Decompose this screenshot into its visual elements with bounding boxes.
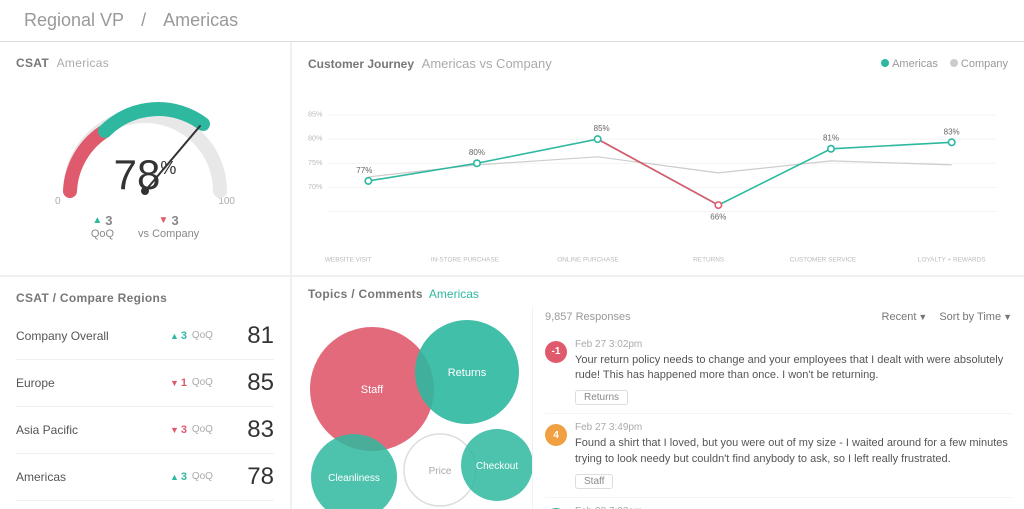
breadcrumb-root[interactable]: Regional VP	[24, 10, 124, 30]
gauge-stat-qoq: ▲ 3 QoQ	[91, 213, 114, 240]
comment-text: Found a shirt that I loved, but you were…	[575, 436, 1012, 467]
topics-body: Staff Returns Cleanliness Price Checkout	[292, 307, 1024, 509]
csat-title: CSAT Americas	[16, 56, 274, 70]
change-arrow-icon: ▼	[170, 378, 179, 388]
comments-container: 9,857 Responses Recent ▼ Sort by Time ▼ …	[532, 307, 1024, 509]
comment-item: -1 Feb 27 3:02pm Your return policy need…	[545, 331, 1012, 415]
compare-score: 81	[242, 322, 274, 350]
compare-change: ▼ 1 QoQ	[170, 377, 230, 389]
comment-tag[interactable]: Returns	[575, 390, 628, 405]
compare-change: ▲ 3 QoQ	[170, 330, 230, 342]
up-arrow-icon: ▲	[92, 215, 102, 226]
filter-recent[interactable]: Recent ▼	[882, 311, 928, 323]
svg-text:RETURNS: RETURNS	[693, 256, 724, 263]
compare-row: Europe ▼ 1 QoQ 85	[16, 360, 274, 407]
down-arrow-icon: ▼	[159, 215, 169, 226]
change-arrow-icon: ▲	[170, 331, 179, 341]
comments-list: -1 Feb 27 3:02pm Your return policy need…	[545, 331, 1012, 509]
comment-score-badge: -1	[545, 341, 567, 363]
comments-header: 9,857 Responses Recent ▼ Sort by Time ▼	[545, 307, 1012, 331]
svg-text:80%: 80%	[308, 134, 323, 143]
comment-body: Feb 27 3:49pm Found a shirt that I loved…	[575, 422, 1012, 489]
csat-gauge-panel: CSAT Americas	[0, 42, 290, 275]
gauge-wrap: 78%	[55, 96, 235, 196]
comment-score-badge: 4	[545, 424, 567, 446]
comment-item: 8 Feb 28 7:02am Something was great but …	[545, 498, 1012, 509]
compare-name: Asia Pacific	[16, 423, 170, 437]
legend-americas: Americas	[881, 58, 938, 70]
gauge-value: 78%	[114, 154, 177, 196]
compare-name: Europe	[16, 376, 170, 390]
compare-title: CSAT / Compare Regions	[16, 291, 274, 305]
comment-date: Feb 27 3:02pm	[575, 339, 1012, 350]
svg-text:77%: 77%	[356, 166, 372, 175]
comment-date: Feb 27 3:49pm	[575, 422, 1012, 433]
page: Regional VP / Americas CSAT Americas	[0, 0, 1024, 509]
compare-row: Company Overall ▲ 3 QoQ 81	[16, 313, 274, 360]
gauge-container: 78% 0 100 ▲ 3 QoQ	[16, 76, 274, 261]
compare-row: Asia Pacific ▼ 3 QoQ 83	[16, 407, 274, 454]
svg-text:LOYALTY + REWARDS: LOYALTY + REWARDS	[918, 256, 986, 263]
svg-text:75%: 75%	[308, 158, 323, 167]
main-content: CSAT Americas	[0, 42, 1024, 509]
compare-score: 78	[242, 463, 274, 491]
svg-text:80%: 80%	[469, 148, 485, 157]
journey-header: Customer Journey Americas vs Company Ame…	[308, 56, 1008, 71]
compare-row: Americas ▲ 3 QoQ 78	[16, 454, 274, 501]
svg-text:83%: 83%	[944, 127, 960, 136]
change-arrow-icon: ▲	[170, 472, 179, 482]
comment-item: 4 Feb 27 3:49pm Found a shirt that I lov…	[545, 414, 1012, 498]
customer-journey-panel: Customer Journey Americas vs Company Ame…	[292, 42, 1024, 275]
svg-text:85%: 85%	[594, 124, 610, 133]
bubbles-container: Staff Returns Cleanliness Price Checkout	[292, 307, 532, 509]
svg-text:ONLINE PURCHASE: ONLINE PURCHASE	[557, 256, 618, 263]
gauge-stat-company: ▼ 3 vs Company	[138, 213, 199, 240]
page-title: Regional VP / Americas	[18, 10, 244, 31]
gauge-stats: ▲ 3 QoQ ▼ 3 vs Company	[91, 213, 199, 240]
journey-title-group: Customer Journey Americas vs Company	[308, 56, 552, 71]
topics-title: Topics / Comments	[308, 287, 423, 301]
comment-text: Your return policy needs to change and y…	[575, 353, 1012, 384]
response-count: 9,857 Responses	[545, 311, 631, 323]
svg-text:70%: 70%	[308, 182, 323, 191]
compare-score: 85	[242, 369, 274, 397]
topics-subtitle: Americas	[429, 287, 479, 301]
svg-text:Cleanliness: Cleanliness	[328, 473, 380, 484]
compare-change: ▼ 3 QoQ	[170, 424, 230, 436]
topics-header: Topics / Comments Americas	[292, 277, 1024, 307]
compare-name: Company Overall	[16, 329, 170, 343]
journey-chart-svg: 85% 80% 75% 70%	[308, 79, 1008, 275]
svg-text:Staff: Staff	[361, 384, 384, 396]
compare-change: ▲ 3 QoQ	[170, 471, 230, 483]
compare-list: Company Overall ▲ 3 QoQ 81 Europe ▼ 1 Qo…	[16, 313, 274, 509]
svg-text:66%: 66%	[710, 213, 726, 222]
breadcrumb-separator: /	[141, 10, 151, 30]
journey-legend: Americas Company	[881, 58, 1008, 70]
topics-comments-panel: Topics / Comments Americas Staff Returns	[292, 277, 1024, 509]
compare-score: 83	[242, 416, 274, 444]
filter-sort[interactable]: Sort by Time ▼	[939, 311, 1012, 323]
change-arrow-icon: ▼	[170, 425, 179, 435]
svg-text:85%: 85%	[308, 110, 323, 119]
comment-body: Feb 27 3:02pm Your return policy needs t…	[575, 339, 1012, 406]
comment-tag[interactable]: Staff	[575, 474, 613, 489]
compare-row: Middle East ▼ 1 QoQ 64	[16, 501, 274, 509]
svg-text:IN-STORE PURCHASE: IN-STORE PURCHASE	[431, 256, 499, 263]
breadcrumb-current[interactable]: Americas	[163, 10, 238, 30]
compare-name: Americas	[16, 470, 170, 484]
filter-controls: Recent ▼ Sort by Time ▼	[882, 311, 1012, 323]
svg-text:Checkout: Checkout	[476, 461, 518, 472]
svg-text:Price: Price	[429, 466, 452, 477]
svg-text:CUSTOMER SERVICE: CUSTOMER SERVICE	[790, 256, 857, 263]
svg-text:WEBSITE VISIT: WEBSITE VISIT	[325, 256, 372, 263]
journey-chart: 85% 80% 75% 70%	[308, 79, 1008, 275]
header: Regional VP / Americas	[0, 0, 1024, 42]
bubbles-svg: Staff Returns Cleanliness Price Checkout	[292, 307, 532, 509]
compare-regions-panel: CSAT / Compare Regions Company Overall ▲…	[0, 277, 290, 509]
svg-text:Returns: Returns	[448, 367, 487, 379]
legend-company: Company	[950, 58, 1008, 70]
svg-text:81%: 81%	[823, 134, 839, 143]
